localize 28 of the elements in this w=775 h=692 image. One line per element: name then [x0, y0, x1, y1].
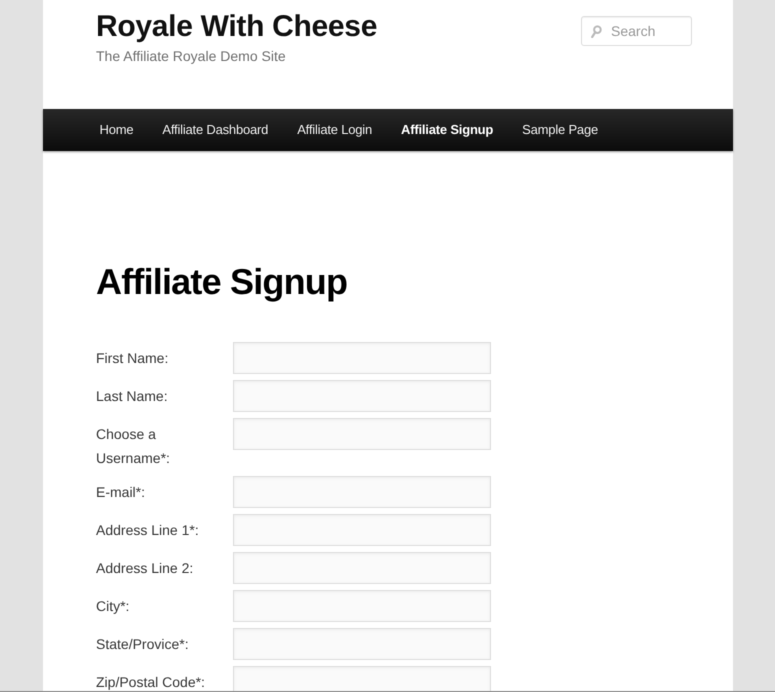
input-field[interactable] — [233, 342, 491, 374]
field-label: Address Line 1*: — [96, 521, 200, 540]
nav-link[interactable]: Affiliate Signup — [386, 109, 508, 151]
site-title[interactable]: Royale With Cheese — [96, 9, 378, 45]
field-label: Choose a Username*: — [96, 425, 171, 468]
field-label: State/Provice*: — [96, 635, 190, 654]
search-field[interactable]: Search — [581, 16, 692, 46]
search-icon — [591, 25, 602, 38]
nav-link[interactable]: Affiliate Dashboard — [148, 109, 283, 151]
nav-link[interactable]: Sample Page — [508, 109, 613, 151]
field-label: Last Name: — [96, 387, 169, 406]
field-label: Address Line 2: — [96, 559, 194, 578]
site-tagline: The Affiliate Royale Demo Site — [96, 47, 287, 66]
field-label: Zip/Postal Code*: — [96, 673, 206, 691]
input-field[interactable] — [233, 628, 491, 660]
field-label: City*: — [96, 597, 130, 616]
input-field[interactable] — [233, 590, 491, 622]
page-title: Affiliate Signup — [96, 261, 348, 303]
input-field[interactable] — [233, 380, 491, 412]
input-field[interactable] — [233, 418, 491, 450]
field-label: First Name: — [96, 349, 170, 368]
input-field[interactable] — [233, 666, 491, 691]
input-field[interactable] — [233, 476, 491, 508]
nav-link[interactable]: Home — [85, 109, 148, 151]
field-label: E-mail*: — [96, 483, 146, 502]
nav-link[interactable]: Affiliate Login — [282, 109, 387, 151]
input-field[interactable] — [233, 552, 491, 584]
input-field[interactable] — [233, 514, 491, 546]
